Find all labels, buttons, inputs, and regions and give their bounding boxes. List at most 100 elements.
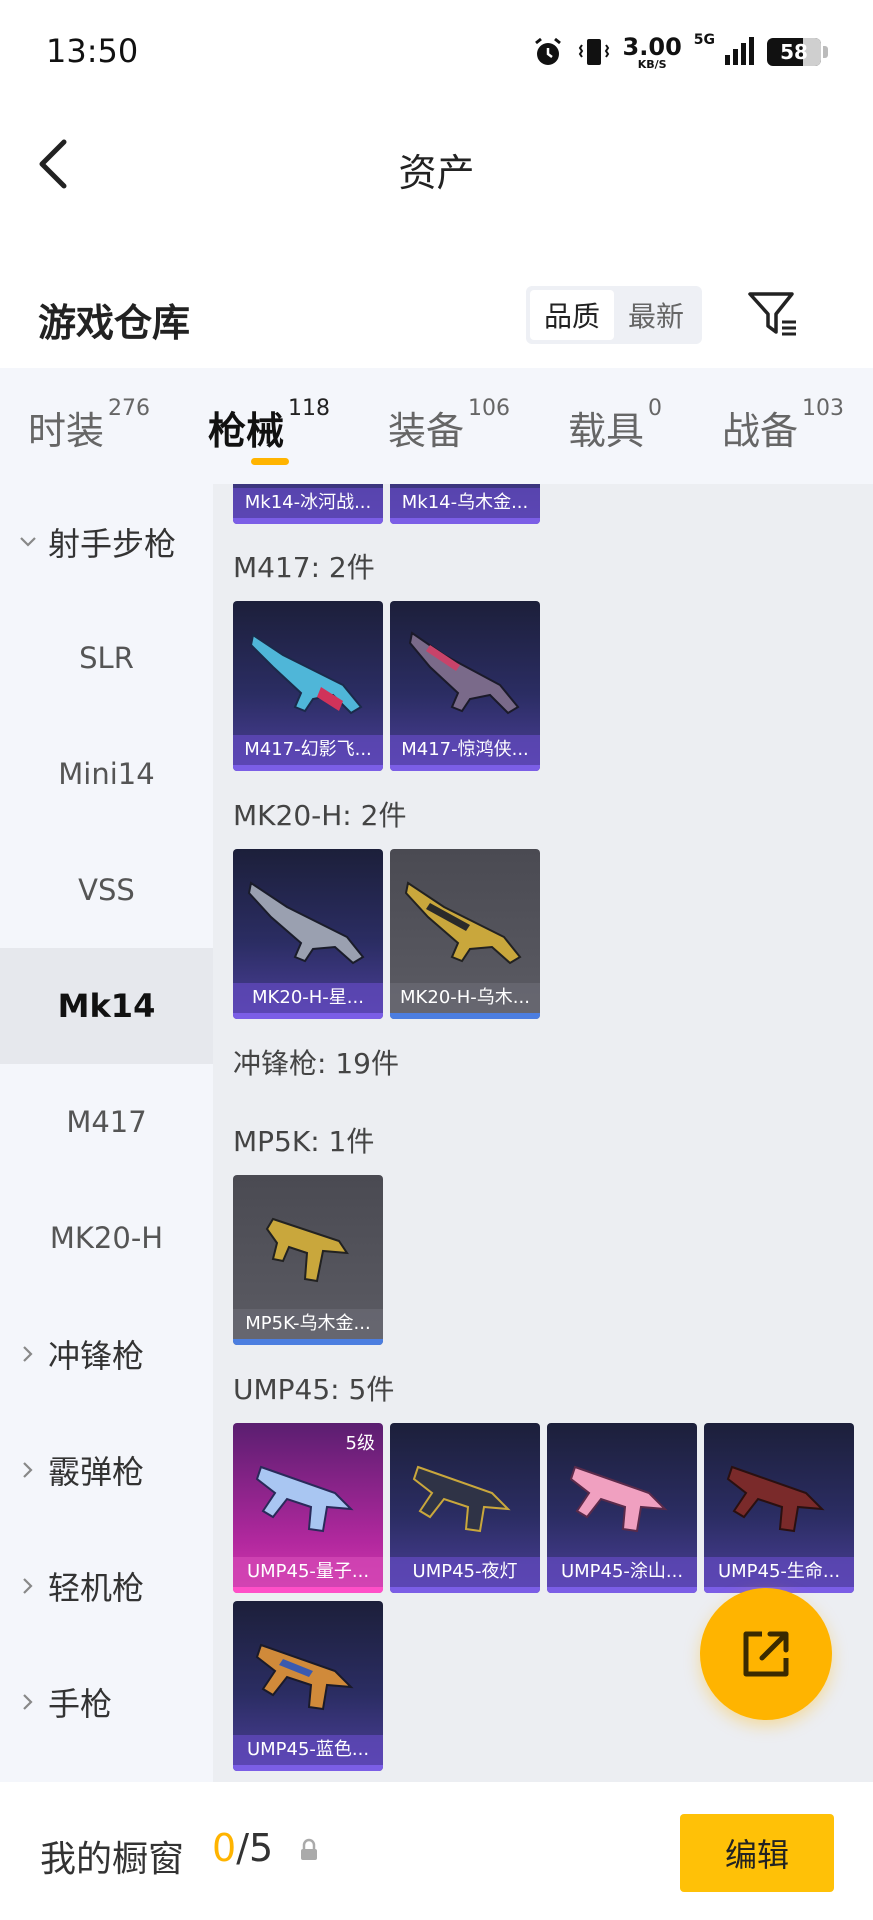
- vibrate-icon: [578, 39, 609, 65]
- signal-icon: [725, 37, 754, 65]
- item-card[interactable]: UMP45-生命...: [704, 1423, 854, 1593]
- sidebar: 射手步枪 SLR Mini14 VSS Mk14 M417 MK20-H 冲锋枪…: [0, 484, 213, 1782]
- page-title: 资产: [398, 151, 475, 195]
- sidebar-item-mk20h[interactable]: MK20-H: [0, 1180, 213, 1296]
- item-card-label: Mk14-乌木金...: [390, 488, 540, 518]
- net-speed-unit: KB/S: [637, 57, 667, 71]
- share-button[interactable]: [700, 1588, 832, 1720]
- category-tabs: 时装276 枪械118 装备106 载具0 战备103: [0, 368, 873, 484]
- network-type: 5G: [693, 32, 715, 48]
- section-title: MK20-H: 2件: [233, 799, 407, 832]
- showcase-bar: 我的橱窗 0/5 编辑: [0, 1782, 873, 1920]
- item-card[interactable]: MK20-H-乌木...: [390, 849, 540, 1019]
- sort-toggle: 品质 最新: [526, 286, 702, 344]
- external-link-icon: [743, 1631, 789, 1677]
- sort-quality-button[interactable]: 品质: [530, 290, 614, 340]
- item-card[interactable]: Mk14-乌木金...: [390, 484, 540, 524]
- net-speed-value: 3.00: [622, 32, 682, 61]
- item-card-label: MK20-H-乌木...: [390, 983, 540, 1013]
- item-grid: Mk14-冰河战... Mk14-乌木金... M417: 2件 M417-幻影…: [213, 484, 873, 1782]
- item-card[interactable]: MP5K-乌木金...: [233, 1175, 383, 1345]
- tab-indicator: [251, 458, 289, 465]
- section-title: MP5K: 1件: [233, 1125, 375, 1158]
- tab-count: 118: [288, 396, 331, 421]
- item-card-label: UMP45-量子...: [233, 1557, 383, 1587]
- rifle-skin-icon: [408, 631, 520, 715]
- section-title: 冲锋枪: 19件: [233, 1047, 399, 1080]
- net-speed: 3.00 KB/S: [623, 35, 682, 70]
- showcase-current: 0: [212, 1826, 237, 1870]
- tab-count: 276: [108, 396, 151, 421]
- edit-button[interactable]: 编辑: [680, 1814, 834, 1892]
- smg-skin-icon: [255, 1465, 354, 1533]
- battery-level: 58: [780, 40, 808, 64]
- sidebar-item-label: 射手步枪: [48, 525, 177, 563]
- chevron-right-icon: [23, 1694, 33, 1710]
- section-title: M417: 2件: [233, 551, 375, 584]
- rifle-skin-icon: [247, 881, 365, 965]
- tab-count: 106: [468, 396, 511, 421]
- sidebar-item-label: 冲锋枪: [48, 1337, 145, 1375]
- item-card[interactable]: UMP45-蓝色...: [233, 1601, 383, 1771]
- warehouse-header: 游戏仓库 品质 最新: [0, 270, 873, 360]
- item-card-label: UMP45-蓝色...: [233, 1735, 383, 1765]
- tab-label: 枪械: [208, 409, 285, 453]
- item-card-label: MK20-H-星...: [233, 983, 383, 1013]
- sidebar-item-slr[interactable]: SLR: [0, 600, 213, 716]
- sidebar-item-marksman-rifles[interactable]: 射手步枪: [0, 484, 213, 600]
- sidebar-item-lmg[interactable]: 轻机枪: [0, 1528, 213, 1644]
- sidebar-item-vss[interactable]: VSS: [0, 832, 213, 948]
- item-card-label: MP5K-乌木金...: [233, 1309, 383, 1339]
- status-icons: 3.00 KB/S 5G 58: [531, 30, 828, 74]
- rifle-skin-icon: [404, 881, 522, 965]
- item-card[interactable]: UMP45-夜灯: [390, 1423, 540, 1593]
- sidebar-item-mk14[interactable]: Mk14: [0, 948, 213, 1064]
- lock-icon: [301, 1838, 317, 1860]
- item-card[interactable]: MK20-H-星...: [233, 849, 383, 1019]
- showcase-title: 我的橱窗: [40, 1839, 185, 1880]
- chevron-right-icon: [23, 1346, 33, 1362]
- sidebar-item-smg[interactable]: 冲锋枪: [0, 1296, 213, 1412]
- sidebar-item-shotgun[interactable]: 霰弹枪: [0, 1412, 213, 1528]
- warehouse-title: 游戏仓库: [38, 301, 191, 345]
- tab-label: 战备: [722, 409, 799, 453]
- item-card[interactable]: M417-惊鸿侠...: [390, 601, 540, 771]
- sidebar-item-mini14[interactable]: Mini14: [0, 716, 213, 832]
- tab-label: 装备: [388, 409, 465, 453]
- item-card[interactable]: M417-幻影飞...: [233, 601, 383, 771]
- section-title: UMP45: 5件: [233, 1373, 395, 1406]
- chevron-right-icon: [23, 1462, 33, 1478]
- smg-skin-icon: [255, 1643, 354, 1711]
- tab-equipment[interactable]: 装备106: [388, 396, 510, 455]
- app-header: 资产: [0, 104, 873, 224]
- showcase-count: 0/5: [212, 1826, 273, 1870]
- sort-newest-button[interactable]: 最新: [614, 290, 698, 340]
- smg-skin-icon: [726, 1465, 825, 1533]
- item-card-label: UMP45-涂山...: [547, 1557, 697, 1587]
- sidebar-item-pistol[interactable]: 手枪: [0, 1644, 213, 1760]
- tab-label: 载具: [568, 409, 645, 453]
- status-time: 13:50: [46, 32, 139, 70]
- tab-vehicles[interactable]: 载具0: [568, 396, 662, 455]
- status-bar: 13:50 3.00 KB/S 5G 58: [0, 0, 873, 104]
- filter-icon[interactable]: [744, 286, 800, 342]
- smg-skin-icon: [569, 1465, 668, 1533]
- sidebar-item-label: 手枪: [48, 1685, 113, 1723]
- sidebar-item-m417[interactable]: M417: [0, 1064, 213, 1180]
- tab-count: 0: [648, 396, 663, 421]
- tab-firearms[interactable]: 枪械118: [208, 396, 330, 455]
- smg-skin-icon: [265, 1217, 349, 1283]
- item-card-label: UMP45-夜灯: [390, 1557, 540, 1587]
- sidebar-item-label: 霰弹枪: [48, 1453, 145, 1491]
- tab-fashion[interactable]: 时装276: [28, 396, 150, 455]
- chevron-right-icon: [23, 1578, 33, 1594]
- item-card[interactable]: 5级 UMP45-量子...: [233, 1423, 383, 1593]
- chevron-down-icon: [20, 537, 36, 547]
- sidebar-item-label: 轻机枪: [48, 1569, 145, 1607]
- tab-count: 103: [802, 396, 845, 421]
- item-card[interactable]: Mk14-冰河战...: [233, 484, 383, 524]
- tab-supplies[interactable]: 战备103: [722, 396, 844, 455]
- item-card[interactable]: UMP45-涂山...: [547, 1423, 697, 1593]
- item-card-label: Mk14-冰河战...: [233, 488, 383, 518]
- item-card-label: M417-幻影飞...: [233, 735, 383, 765]
